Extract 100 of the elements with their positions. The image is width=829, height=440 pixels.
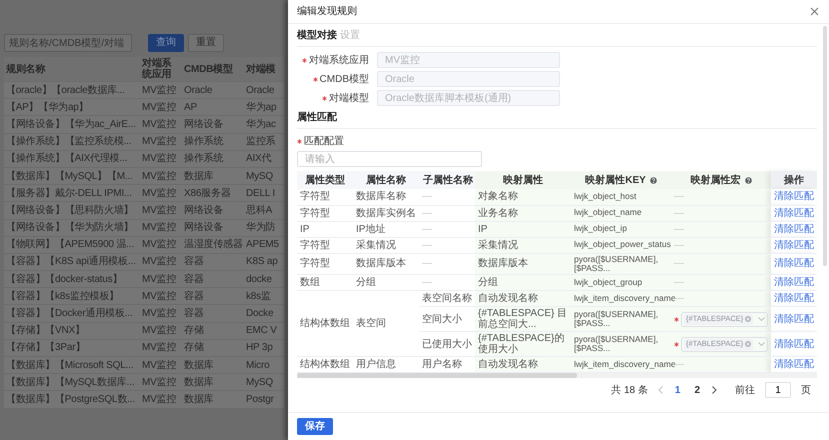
section-title: 属性匹配 xyxy=(297,110,337,125)
scrollbar-thumb[interactable] xyxy=(297,373,577,378)
table-cell: 数组 xyxy=(300,277,320,288)
table-cell: lwjk_item_discovery_name xyxy=(574,293,676,304)
page-button[interactable]: 1 xyxy=(672,382,682,398)
tag-close-icon[interactable] xyxy=(745,341,752,348)
table-cell: 表空间名称 xyxy=(422,293,472,304)
table-cell: MySQ xyxy=(244,374,284,391)
table-cell: MV监控 xyxy=(140,133,182,150)
empty-dash: — xyxy=(674,191,684,202)
table-cell: docke xyxy=(244,270,284,288)
search-field[interactable]: 规则名称/CMDB模型/对端 xyxy=(4,34,132,52)
empty-dash: — xyxy=(674,258,684,270)
table-cell: {#TABLESPACE} 目前总空间大... xyxy=(478,308,568,330)
table-cell: Docke xyxy=(244,304,284,322)
column-header: 对端模 xyxy=(244,57,284,82)
table-cell: 【数据库】【MySQL数据库... xyxy=(4,374,140,391)
table-cell: 容器 xyxy=(182,288,244,305)
table-cell: 结构体数组 xyxy=(300,359,350,370)
table-cell: AP xyxy=(182,98,244,116)
empty-dash: — xyxy=(674,359,684,370)
field-label: CMDB模型 xyxy=(320,72,369,86)
table-cell: 字符型 xyxy=(300,240,330,250)
empty-dash: — xyxy=(422,240,432,250)
table-cell: MV监控 xyxy=(140,116,182,134)
table-cell: 结构体数组 xyxy=(300,318,350,330)
table-cell: lwjk_object_power_status xyxy=(574,239,671,250)
table-cell: 【容器】【docker-status】 xyxy=(4,270,140,288)
table-cell: 温湿度传感器 xyxy=(182,236,244,254)
column-header: 映射属性 xyxy=(503,174,543,188)
reset-button[interactable]: 重置 xyxy=(188,34,224,52)
table-cell: IP xyxy=(300,224,310,234)
table-cell: 存储 xyxy=(182,322,244,340)
table-cell: 业务名称 xyxy=(478,208,518,218)
help-icon xyxy=(650,176,657,184)
table-cell: 【oracle】【oracle数据库... xyxy=(4,82,140,99)
table-cell: IP xyxy=(478,224,488,234)
table-cell: 华为ap xyxy=(244,98,284,116)
table-cell: 数据库 xyxy=(182,356,244,374)
table-cell: MV监控 xyxy=(140,374,182,391)
next-icon[interactable] xyxy=(712,386,717,394)
table-cell: 【操作系统】【AIX代理模... xyxy=(4,150,140,168)
table-cell: MV监控 xyxy=(140,270,182,288)
table-cell: IP地址 xyxy=(356,224,386,234)
tag-close-icon[interactable] xyxy=(745,316,752,322)
table-cell: MV监控 xyxy=(140,82,182,99)
table-cell: 自动发现名称 xyxy=(478,293,538,304)
table-cell: 【数据库】【Microsoft SQL... xyxy=(4,356,140,374)
query-button[interactable]: 查询 xyxy=(148,34,184,52)
table-cell: 【容器】【K8S api通用模板... xyxy=(4,253,140,271)
page-input[interactable]: 1 xyxy=(765,382,791,398)
table-cell: 空间大小 xyxy=(422,314,462,325)
empty-dash: — xyxy=(674,293,684,304)
table-cell: 数据库名称 xyxy=(356,191,406,202)
table-cell: 采集情况 xyxy=(478,240,518,250)
scrollbar-thumb[interactable] xyxy=(823,26,827,266)
table-cell: Oracle xyxy=(244,82,284,99)
table-cell: MV监控 xyxy=(140,288,182,305)
close-icon[interactable] xyxy=(810,7,819,16)
table-cell: 网络设备 xyxy=(182,116,244,134)
table-cell: 存储 xyxy=(182,339,244,356)
table-cell: 用户名称 xyxy=(422,359,462,370)
previous-icon[interactable] xyxy=(658,386,663,394)
table-cell: pyora([$USERNAME],[$PASS... xyxy=(574,254,658,273)
page-button[interactable]: 2 xyxy=(692,382,702,398)
column-header: 属性类型 xyxy=(305,174,345,188)
table-cell: EMC V xyxy=(244,322,284,340)
table-cell: 采集情况 xyxy=(356,240,396,250)
table-cell: 数据库版本 xyxy=(356,258,406,270)
empty-dash: — xyxy=(422,258,432,270)
table-cell: 【物联网】【APEM5900 温... xyxy=(4,236,140,254)
table-cell: HP 3p xyxy=(244,339,284,356)
empty-dash: — xyxy=(422,191,432,202)
table-cell: 【数据库】【PostgreSQL数... xyxy=(4,390,140,408)
table-cell: Postgr xyxy=(244,390,284,408)
column-header: 对端系统应用 xyxy=(140,57,182,82)
table-cell: MV监控 xyxy=(140,236,182,254)
table-cell: 【数据库】【MySQL】【M... xyxy=(4,167,140,185)
section-hint: 设置 xyxy=(340,28,360,43)
table-cell: MV监控 xyxy=(140,219,182,236)
column-header: 映射属性KEY xyxy=(585,174,646,188)
table-cell: 已使用大小 xyxy=(422,338,472,350)
table-cell: 【容器】【k8s监控模板】 xyxy=(4,288,140,305)
table-cell: 容器 xyxy=(182,270,244,288)
total-count: 共 18 条 xyxy=(611,384,648,398)
table-cell: lwjk_object_name xyxy=(574,207,642,218)
table-cell: MV监控 xyxy=(140,98,182,116)
table-cell: 网络设备 xyxy=(182,219,244,236)
goto-label: 前往 xyxy=(735,384,755,398)
table-cell: k8s监 xyxy=(244,288,284,305)
table-cell: 数据库实例名 xyxy=(356,208,416,218)
table-cell: K8S ap xyxy=(244,253,284,271)
page-unit: 页 xyxy=(801,384,811,398)
empty-dash: — xyxy=(674,240,684,250)
save-button[interactable]: 保存 xyxy=(297,418,333,435)
table-cell: Micro xyxy=(244,356,284,374)
table-cell: 分组 xyxy=(478,277,498,288)
table-cell: 【网络设备】【华为ac_AirE... xyxy=(4,116,140,134)
empty-dash: — xyxy=(674,224,684,234)
column-header: 规则名称 xyxy=(4,57,140,82)
